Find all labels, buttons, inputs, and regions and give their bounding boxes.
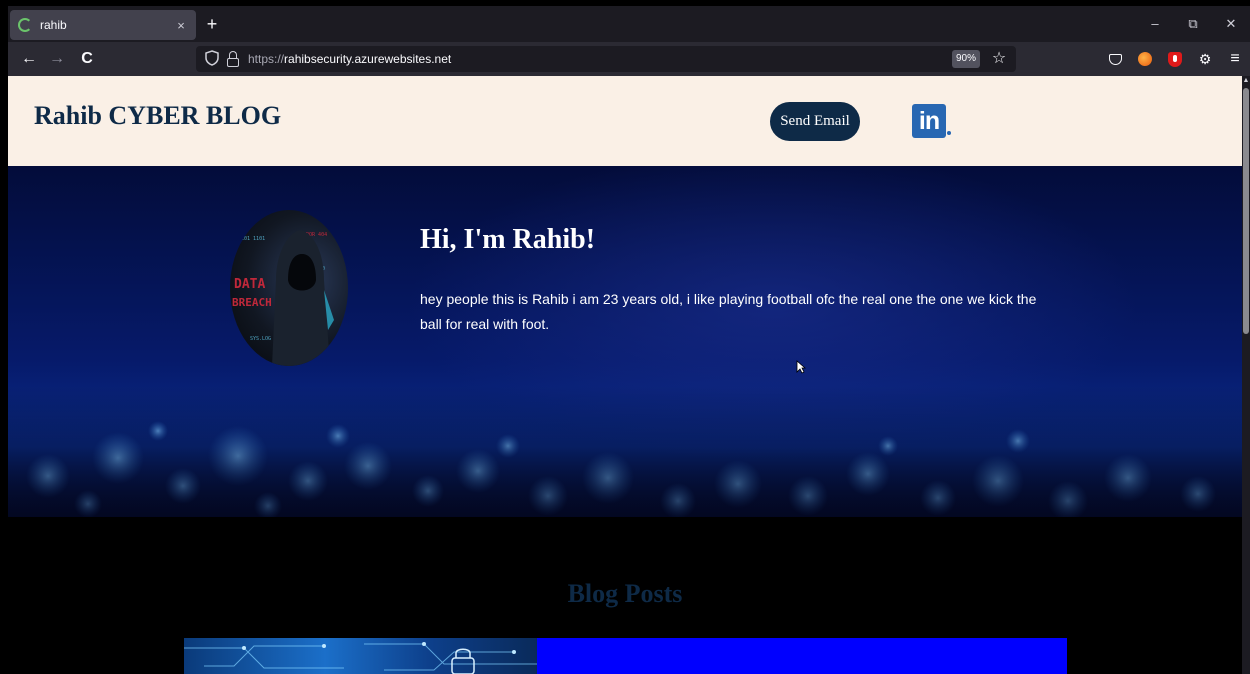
url-host: rahibsecurity.azurewebsites.net (284, 52, 452, 66)
svg-text:0101 1101: 0101 1101 (238, 236, 265, 242)
back-button[interactable]: ← (16, 47, 42, 71)
hero-description: hey people this is Rahib i am 23 years o… (420, 291, 1037, 332)
ublock-icon[interactable] (1160, 47, 1190, 71)
ublock-shape (1168, 51, 1182, 67)
navigation-toolbar: ← → C https://rahibsecurity.azurewebsite… (8, 42, 1250, 76)
star-icon[interactable]: ☆ (988, 47, 1010, 71)
page-viewport: Rahib CYBER BLOG Send Email in DATA BREA… (8, 76, 1242, 674)
tab-rahib[interactable]: rahib × (10, 10, 196, 40)
blog-post-panel[interactable] (537, 638, 1067, 674)
site-header: Rahib CYBER BLOG Send Email in (8, 76, 1242, 166)
restore-button[interactable]: ⧉ (1174, 6, 1212, 42)
url-scheme: https:// (248, 52, 285, 66)
window-frame (0, 0, 8, 674)
pocket-shape (1108, 53, 1122, 65)
tab-title: rahib (40, 18, 67, 32)
zoom-level-badge[interactable]: 90% (952, 50, 980, 68)
svg-text:BREACH: BREACH (232, 296, 272, 309)
url-text[interactable]: https://rahibsecurity.azurewebsites.net (248, 46, 451, 72)
forward-button[interactable]: → (44, 47, 70, 71)
blog-post-card[interactable] (184, 638, 1067, 674)
extension-fox-icon[interactable] (1130, 47, 1160, 71)
profile-avatar: DATA BREACH 0101 1101 ERROR 404 10110 SY… (230, 210, 348, 366)
menu-icon[interactable]: ≡ (1220, 47, 1250, 71)
scrollbar-thumb[interactable] (1243, 88, 1249, 334)
site-title[interactable]: Rahib CYBER BLOG (34, 101, 281, 131)
svg-text:SYS.LOG: SYS.LOG (250, 336, 271, 342)
send-email-button[interactable]: Send Email (770, 102, 860, 141)
reload-button[interactable]: C (74, 47, 100, 71)
minimize-button[interactable]: – (1136, 6, 1174, 42)
mouse-cursor-icon (796, 360, 806, 374)
linkedin-logo: in (912, 104, 946, 138)
svg-text:DATA: DATA (234, 277, 265, 292)
blog-heading: Blog Posts (567, 579, 683, 608)
lock-icon[interactable] (226, 50, 240, 68)
page-scrollbar[interactable]: ▲ (1242, 76, 1250, 674)
blog-section: Blog Posts (8, 517, 1242, 674)
toolbar-extensions: ⚙ ≡ (1100, 47, 1250, 71)
url-bar[interactable]: https://rahibsecurity.azurewebsites.net … (196, 46, 1016, 72)
shield-icon[interactable] (204, 50, 220, 68)
hooded-hacker-image: DATA BREACH 0101 1101 ERROR 404 10110 SY… (232, 230, 334, 366)
extension-gear-icon[interactable]: ⚙ (1190, 47, 1220, 71)
blog-post-image[interactable] (184, 638, 537, 674)
reload-icon: C (81, 50, 93, 67)
circuit-lock-image (184, 642, 537, 674)
shield-icon-svg (205, 50, 219, 66)
window-controls: – ⧉ ✕ (1136, 6, 1250, 42)
tab-favicon-icon (18, 18, 32, 32)
gear-glyph: ⚙ (1198, 51, 1212, 67)
pocket-icon[interactable] (1100, 47, 1130, 71)
hero-title: Hi, I'm Rahib! (420, 224, 596, 255)
tab-bar: rahib × + – ⧉ ✕ (8, 6, 1250, 42)
bokeh-background (8, 386, 1242, 517)
linkedin-icon[interactable]: in (912, 104, 952, 138)
hero-section: DATA BREACH 0101 1101 ERROR 404 10110 SY… (8, 166, 1242, 517)
scroll-up-icon[interactable]: ▲ (1242, 76, 1250, 86)
new-tab-button[interactable]: + (200, 12, 224, 36)
linkedin-dot (947, 131, 951, 135)
fox-shape (1138, 52, 1152, 66)
tab-close-icon[interactable]: × (174, 18, 188, 33)
hamburger-glyph: ≡ (1230, 50, 1240, 67)
lock-body (227, 58, 239, 67)
close-window-button[interactable]: ✕ (1212, 6, 1250, 42)
